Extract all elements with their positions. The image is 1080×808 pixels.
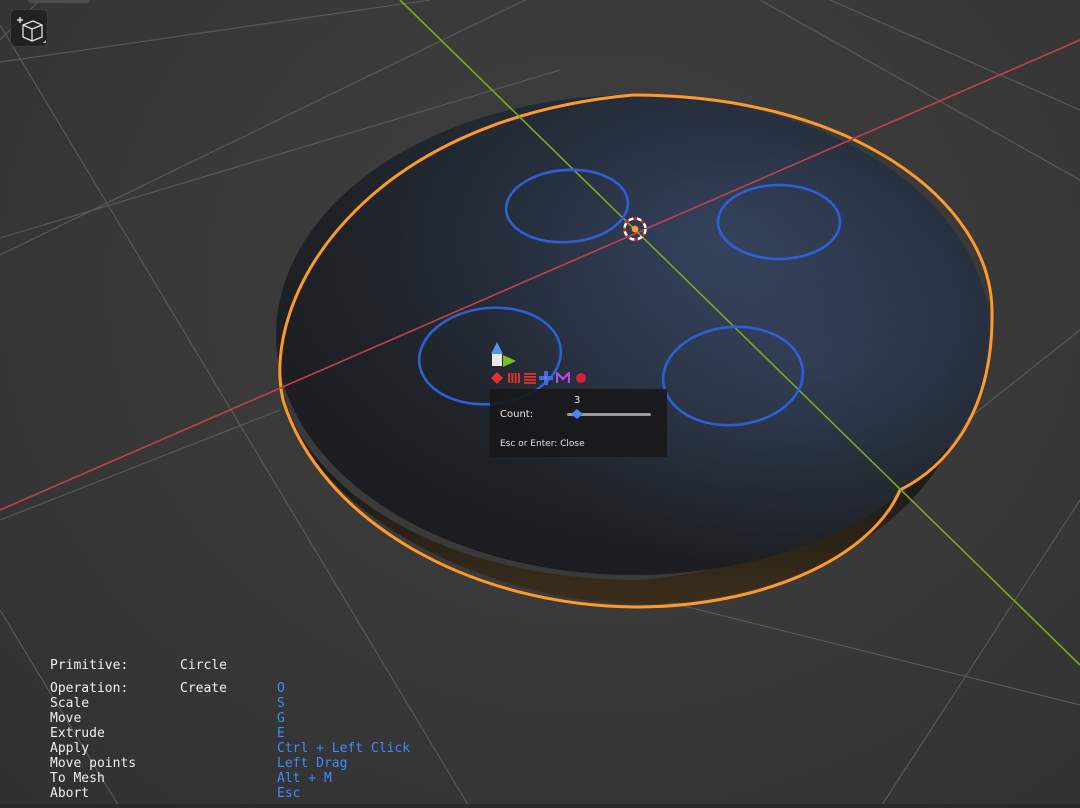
keymap-action: Scale: [50, 696, 90, 711]
keymap-shortcut: S: [277, 696, 285, 711]
keymap-shortcut: Esc: [277, 786, 301, 801]
keymap-shortcut: Alt + M: [277, 771, 332, 786]
horizontal-bars-icon[interactable]: [524, 372, 536, 384]
primitive-label: Primitive:: [50, 658, 129, 673]
keymap-action: Abort: [50, 786, 90, 801]
tool-icon-group: [490, 342, 590, 386]
keymap-shortcut: G: [277, 711, 285, 726]
keymap-action: Operation:: [50, 681, 129, 696]
primitive-value: Circle: [180, 658, 227, 673]
add-cube-icon: [17, 17, 46, 43]
keymap-action: Extrude: [50, 726, 105, 741]
vertical-bars-icon[interactable]: [508, 372, 520, 384]
keymap-shortcut: Ctrl + Left Click: [277, 741, 411, 756]
disk-glow: [276, 95, 990, 575]
keymap-shortcut: O: [277, 681, 285, 696]
vertex-diamond-icon[interactable]: [491, 372, 503, 384]
header-strip: [28, 0, 90, 3]
blue-cross-icon[interactable]: [539, 371, 553, 385]
count-label: Count:: [500, 409, 534, 420]
keymap-shortcut: Left Drag: [277, 756, 348, 771]
transform-gizmo-icon[interactable]: [490, 342, 524, 370]
red-dot-icon[interactable]: [575, 372, 587, 384]
keymap-action: Apply: [50, 741, 90, 756]
keymap-shortcut: E: [277, 726, 285, 741]
keymap-action: To Mesh: [50, 771, 105, 786]
keymap-value: Create: [180, 681, 227, 696]
add-cube-button[interactable]: [10, 9, 48, 47]
close-hint: Esc or Enter: Close: [500, 439, 585, 449]
3d-viewport[interactable]: 3 Count: Esc or Enter: Close Primitive: …: [0, 0, 1080, 808]
bottom-edge: [0, 804, 1080, 808]
slider-handle-icon[interactable]: [571, 409, 584, 419]
keymap-action: Move points: [50, 756, 137, 771]
keymap-action: Move: [50, 711, 82, 726]
magenta-m-icon[interactable]: [556, 372, 570, 384]
count-value: 3: [574, 395, 581, 406]
count-panel: 3 Count: Esc or Enter: Close: [490, 389, 667, 457]
